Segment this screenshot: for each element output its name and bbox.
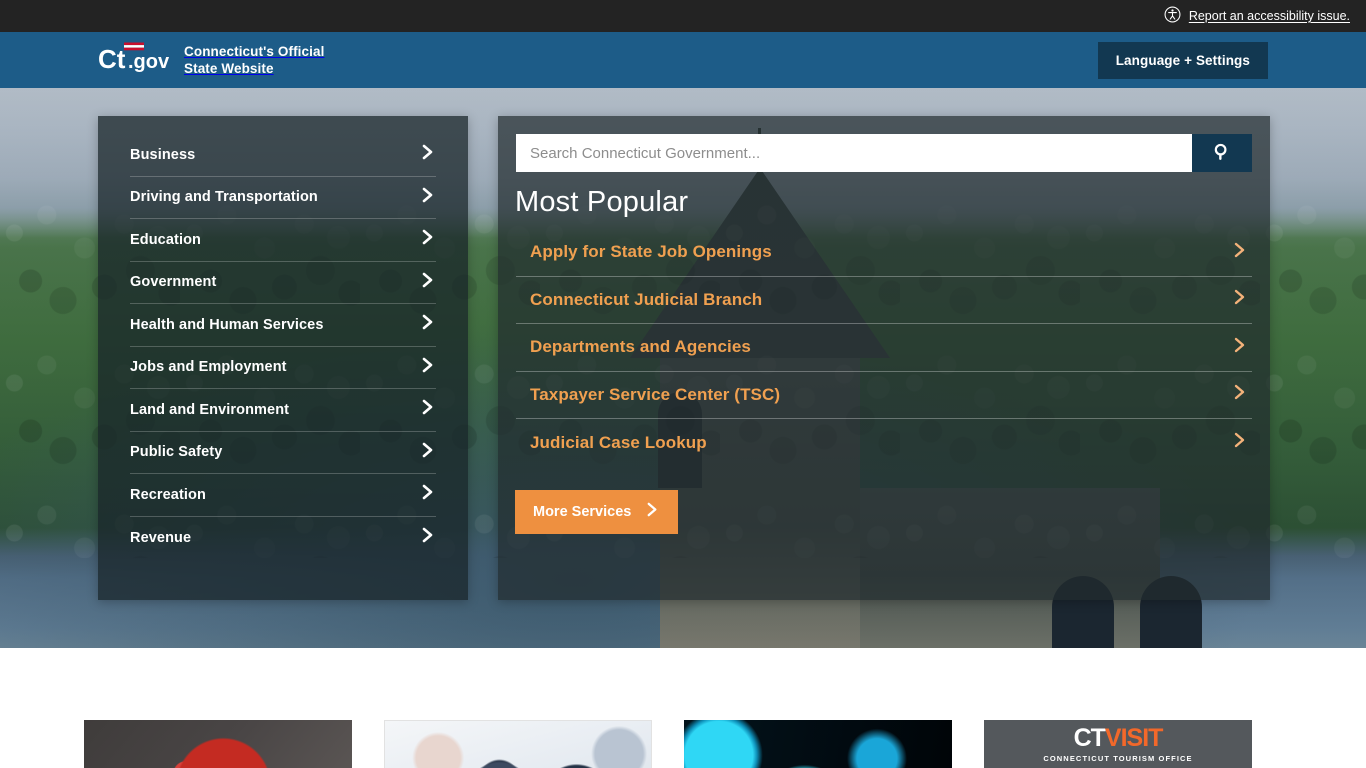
clinic-people-image [385,721,651,768]
popular-link-label: Taxpayer Service Center (TSC) [530,384,781,404]
sidebar-item-label: Government [130,274,217,291]
chevron-right-icon [420,356,436,379]
utility-bar: Report an accessibility issue. [0,0,1366,32]
chevron-right-icon [1232,383,1248,406]
ctvisit-logo-ct: CT [1073,724,1106,752]
most-popular-heading: Most Popular [515,186,689,218]
sidebar-item-label: Public Safety [130,444,223,461]
report-accessibility-issue-link[interactable]: Report an accessibility issue. [1164,6,1350,26]
chevron-right-icon [1232,241,1248,264]
promo-card-ctvisit[interactable]: CTVISIT CONNECTICUT TOURISM OFFICE [984,720,1252,768]
category-navigation-panel: Business Driving and Transportation Educ… [98,116,468,600]
ctvisit-logo: CTVISIT [984,726,1252,751]
popular-link-apply-for-state-job-openings[interactable]: Apply for State Job Openings [516,229,1252,277]
tagline-line-1: Connecticut's Official [184,43,325,59]
chevron-right-icon [420,271,436,294]
popular-link-taxpayer-service-center[interactable]: Taxpayer Service Center (TSC) [516,372,1252,419]
most-popular-list: Apply for State Job Openings Connecticut… [516,229,1252,467]
svg-text:Ct: Ct [98,44,126,74]
ctvisit-subtitle: CONNECTICUT TOURISM OFFICE [1043,754,1193,763]
chevron-right-icon [420,186,436,209]
popular-link-label: Judicial Case Lookup [530,432,707,452]
search-and-popular-panel: Most Popular Apply for State Job Opening… [498,116,1270,600]
chevron-right-icon [645,501,660,522]
search-icon [1211,141,1233,166]
chevron-right-icon [420,526,436,549]
sidebar-item-jobs-and-employment[interactable]: Jobs and Employment [130,347,436,389]
ct-gov-logo-icon: Ct .gov [98,39,170,82]
accessibility-link-label: Report an accessibility issue. [1188,9,1350,23]
ctvisit-banner-image: CTVISIT CONNECTICUT TOURISM OFFICE [984,720,1252,768]
sidebar-item-label: Education [130,231,201,248]
chevron-right-icon [1232,336,1248,359]
sidebar-item-revenue[interactable]: Revenue [130,517,436,560]
hero-section: Business Driving and Transportation Educ… [0,88,1366,648]
chevron-right-icon [420,398,436,421]
accessibility-icon [1164,6,1181,26]
sidebar-item-label: Recreation [130,486,206,503]
chevron-right-icon [420,441,436,464]
sidebar-item-label: Health and Human Services [130,316,324,333]
search-submit-button[interactable] [1192,134,1252,172]
popular-link-connecticut-judicial-branch[interactable]: Connecticut Judicial Branch [516,277,1252,324]
promo-card-coronavirus[interactable] [84,720,352,768]
ctvisit-logo-visit: VISIT [1104,724,1164,752]
sidebar-item-education[interactable]: Education [130,219,436,262]
sidebar-item-label: Revenue [130,529,192,546]
sidebar-item-label: Driving and Transportation [130,189,318,206]
promo-card-clinic[interactable] [384,720,652,768]
sidebar-item-business[interactable]: Business [130,134,436,177]
chevron-right-icon [420,228,436,251]
search-input[interactable] [516,134,1192,172]
sidebar-item-driving-and-transportation[interactable]: Driving and Transportation [130,177,436,219]
sidebar-item-label: Land and Environment [130,401,290,418]
site-tagline: Connecticut's Official State Website [184,43,324,78]
chevron-right-icon [420,313,436,336]
popular-link-label: Apply for State Job Openings [530,242,772,262]
chevron-right-icon [420,143,436,166]
more-services-label: More Services [533,503,632,520]
virus-blue-image [684,720,952,768]
sidebar-item-label: Jobs and Employment [130,359,287,376]
sidebar-item-government[interactable]: Government [130,262,436,304]
sidebar-item-recreation[interactable]: Recreation [130,474,436,517]
search-bar [516,134,1252,172]
coronavirus-red-image [84,720,352,768]
site-logo-link[interactable]: Ct .gov Connecticut's Official State Web… [98,39,324,82]
tagline-line-2: State Website [184,61,274,76]
popular-link-judicial-case-lookup[interactable]: Judicial Case Lookup [516,419,1252,467]
chevron-right-icon [1232,431,1248,454]
sidebar-item-label: Business [130,146,196,163]
chevron-right-icon [1232,288,1248,311]
sidebar-item-health-and-human-services[interactable]: Health and Human Services [130,304,436,347]
more-services-button[interactable]: More Services [515,489,679,534]
popular-link-departments-and-agencies[interactable]: Departments and Agencies [516,324,1252,372]
svg-text:.gov: .gov [128,51,170,73]
popular-link-label: Departments and Agencies [530,337,751,357]
sidebar-item-public-safety[interactable]: Public Safety [130,432,436,474]
sidebar-item-land-and-environment[interactable]: Land and Environment [130,389,436,432]
promo-card-virus-blue[interactable] [684,720,952,768]
language-settings-button[interactable]: Language + Settings [1097,42,1268,79]
chevron-right-icon [420,483,436,506]
popular-link-label: Connecticut Judicial Branch [530,289,763,309]
site-header: Ct .gov Connecticut's Official State Web… [0,32,1366,88]
promo-cards-section: CTVISIT CONNECTICUT TOURISM OFFICE [0,648,1366,768]
